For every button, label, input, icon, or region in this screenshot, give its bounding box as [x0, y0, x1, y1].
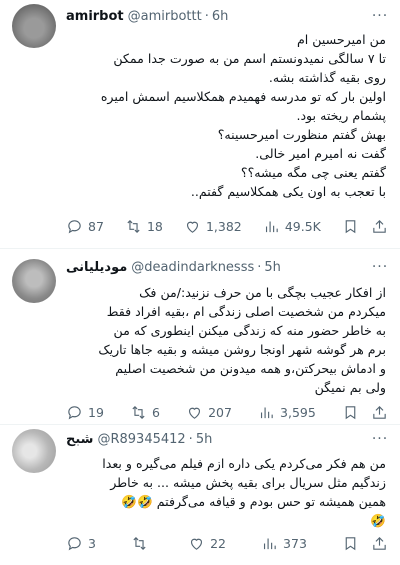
more-icon[interactable]: ···	[372, 431, 388, 447]
tweet: مودیلیانی @deadindarknesss · 5h ··· از ا…	[0, 248, 400, 424]
tweet-line: برم هر گوشه شهر اونجا روشن میشه و بقیه ج…	[98, 342, 386, 357]
timestamp[interactable]: 5h	[196, 432, 213, 447]
retweet-icon	[127, 219, 140, 233]
tweet-line: روی بقیه گذاشته بشه.	[268, 70, 386, 85]
retweet-button[interactable]: 18	[125, 218, 163, 235]
tweet-header: شبح @R89345412 · 5h	[66, 429, 372, 449]
views-icon	[265, 221, 278, 232]
tweet-line: گفتم یعنی چی مگه میشه؟؟	[240, 165, 386, 180]
tweet-line: بهش گفتم منظورت امیرحسینه؟	[217, 127, 386, 142]
tweet-line: با تعجب به اون یکی همکلاسیم گفتم..	[190, 184, 386, 199]
tweet-line: من امیرحسین ام	[296, 32, 386, 47]
more-icon[interactable]: ···	[372, 8, 388, 24]
avatar[interactable]	[12, 4, 56, 48]
display-name[interactable]: مودیلیانی	[66, 260, 127, 275]
tweet-line: زندگیم مثل سریال برای بقیه پخش میشه ... …	[110, 475, 386, 490]
user-handle[interactable]: @R89345412	[97, 432, 185, 447]
like-count: 1,382	[205, 218, 242, 234]
separator: ·	[257, 259, 262, 275]
retweet-icon	[133, 536, 146, 550]
like-count: 22	[210, 535, 226, 551]
views-count: 3,595	[280, 404, 316, 420]
tweet-line: 🤣	[370, 513, 386, 528]
reply-icon	[68, 405, 81, 419]
tweet-line: اولین بار که تو مدرسه فهمیدم همکلاسیم اس…	[100, 89, 386, 104]
views-button[interactable]: 49.5K	[263, 218, 321, 235]
timestamp[interactable]: 6h	[212, 9, 229, 24]
reply-count: 87	[88, 218, 104, 234]
reply-button[interactable]: 19	[66, 404, 104, 421]
reply-button[interactable]: 3	[66, 535, 96, 552]
views-count: 373	[283, 535, 307, 551]
bookmark-icon[interactable]	[342, 404, 359, 421]
tweet-line: از افکار عجیب بچگی با من حرف نزنید:/من ف…	[139, 285, 386, 300]
tweet-text: من هم فکر می‌کردم یکی داره ازم فیلم می‌گ…	[66, 454, 386, 530]
separator: ·	[188, 431, 193, 447]
action-bar: 3 22 373	[66, 532, 388, 554]
right-actions	[342, 404, 388, 421]
views-count: 49.5K	[284, 218, 321, 234]
tweet-line: تا ۷ سالگی نمیدونستم اسم من به صورت جدا …	[113, 51, 386, 66]
tweet-header: مودیلیانی @deadindarknesss · 5h	[66, 257, 372, 277]
avatar[interactable]	[12, 429, 56, 473]
like-button[interactable]: 1,382	[184, 218, 242, 235]
tweet-line: و ادماش بیحرکتن،و همه میدونن من شخصیت اص…	[115, 361, 386, 376]
reply-icon	[68, 536, 81, 550]
tweet-line: پشمام ریخته بود.	[296, 108, 386, 123]
action-bar: 19 6 207 3,595	[66, 401, 388, 423]
tweet-line: به خاطر حضور منه که زندگی میکنن اینطوری …	[113, 323, 386, 338]
right-actions	[342, 535, 388, 552]
tweet-header: amirbot @amirbottt · 6h	[66, 6, 372, 26]
tweet-line: میکردم من شخصیت اصلی زندگی ام ،بقیه افرا…	[106, 304, 386, 319]
action-bar: 87 18 1,382 49.5K	[66, 215, 388, 237]
like-count: 207	[208, 404, 232, 420]
views-icon	[261, 407, 273, 418]
display-name[interactable]: شبح	[66, 432, 93, 447]
retweet-icon	[132, 405, 145, 419]
retweet-count: 6	[152, 404, 160, 420]
views-button[interactable]: 3,595	[258, 404, 316, 421]
share-icon[interactable]	[371, 535, 388, 552]
heart-icon	[189, 407, 201, 419]
views-button[interactable]: 373	[261, 535, 307, 552]
avatar[interactable]	[12, 259, 56, 303]
more-icon[interactable]: ···	[372, 259, 388, 275]
timestamp[interactable]: 5h	[264, 260, 281, 275]
user-handle[interactable]: @amirbottt	[128, 9, 202, 24]
user-handle[interactable]: @deadindarknesss	[131, 260, 254, 275]
tweet-line: ولی بم نمیگن	[314, 380, 386, 395]
bookmark-icon[interactable]	[342, 535, 359, 552]
tweet: شبح @R89345412 · 5h ··· من هم فکر می‌کرد…	[0, 424, 400, 565]
tweet-line: گفت نه امیرم امیر خالی.	[255, 146, 386, 161]
heart-icon	[191, 538, 203, 550]
reply-button[interactable]: 87	[66, 218, 104, 235]
share-icon[interactable]	[371, 218, 388, 235]
reply-icon	[68, 219, 81, 233]
like-button[interactable]: 22	[188, 535, 226, 552]
tweet-text: از افکار عجیب بچگی با من حرف نزنید:/من ف…	[66, 283, 386, 397]
views-icon	[264, 538, 276, 549]
heart-icon	[186, 221, 198, 233]
share-icon[interactable]	[371, 404, 388, 421]
tweet-line: من هم فکر می‌کردم یکی داره ازم فیلم می‌گ…	[102, 456, 386, 471]
reply-count: 3	[88, 535, 96, 551]
bookmark-icon[interactable]	[342, 218, 359, 235]
tweet-text: من امیرحسین ام تا ۷ سالگی نمیدونستم اسم …	[66, 30, 386, 201]
tweet: amirbot @amirbottt · 6h ··· من امیرحسین …	[0, 0, 400, 248]
tweet-line: همین همیشه تو حس بودم و قیافه می‌گرفتم 🤣…	[121, 494, 386, 509]
like-button[interactable]: 207	[186, 404, 232, 421]
retweet-button[interactable]	[131, 535, 153, 552]
retweet-button[interactable]: 6	[130, 404, 160, 421]
reply-count: 19	[88, 404, 104, 420]
right-actions	[342, 218, 388, 235]
retweet-count: 18	[146, 218, 163, 234]
separator: ·	[204, 8, 209, 24]
display-name[interactable]: amirbot	[66, 9, 124, 24]
